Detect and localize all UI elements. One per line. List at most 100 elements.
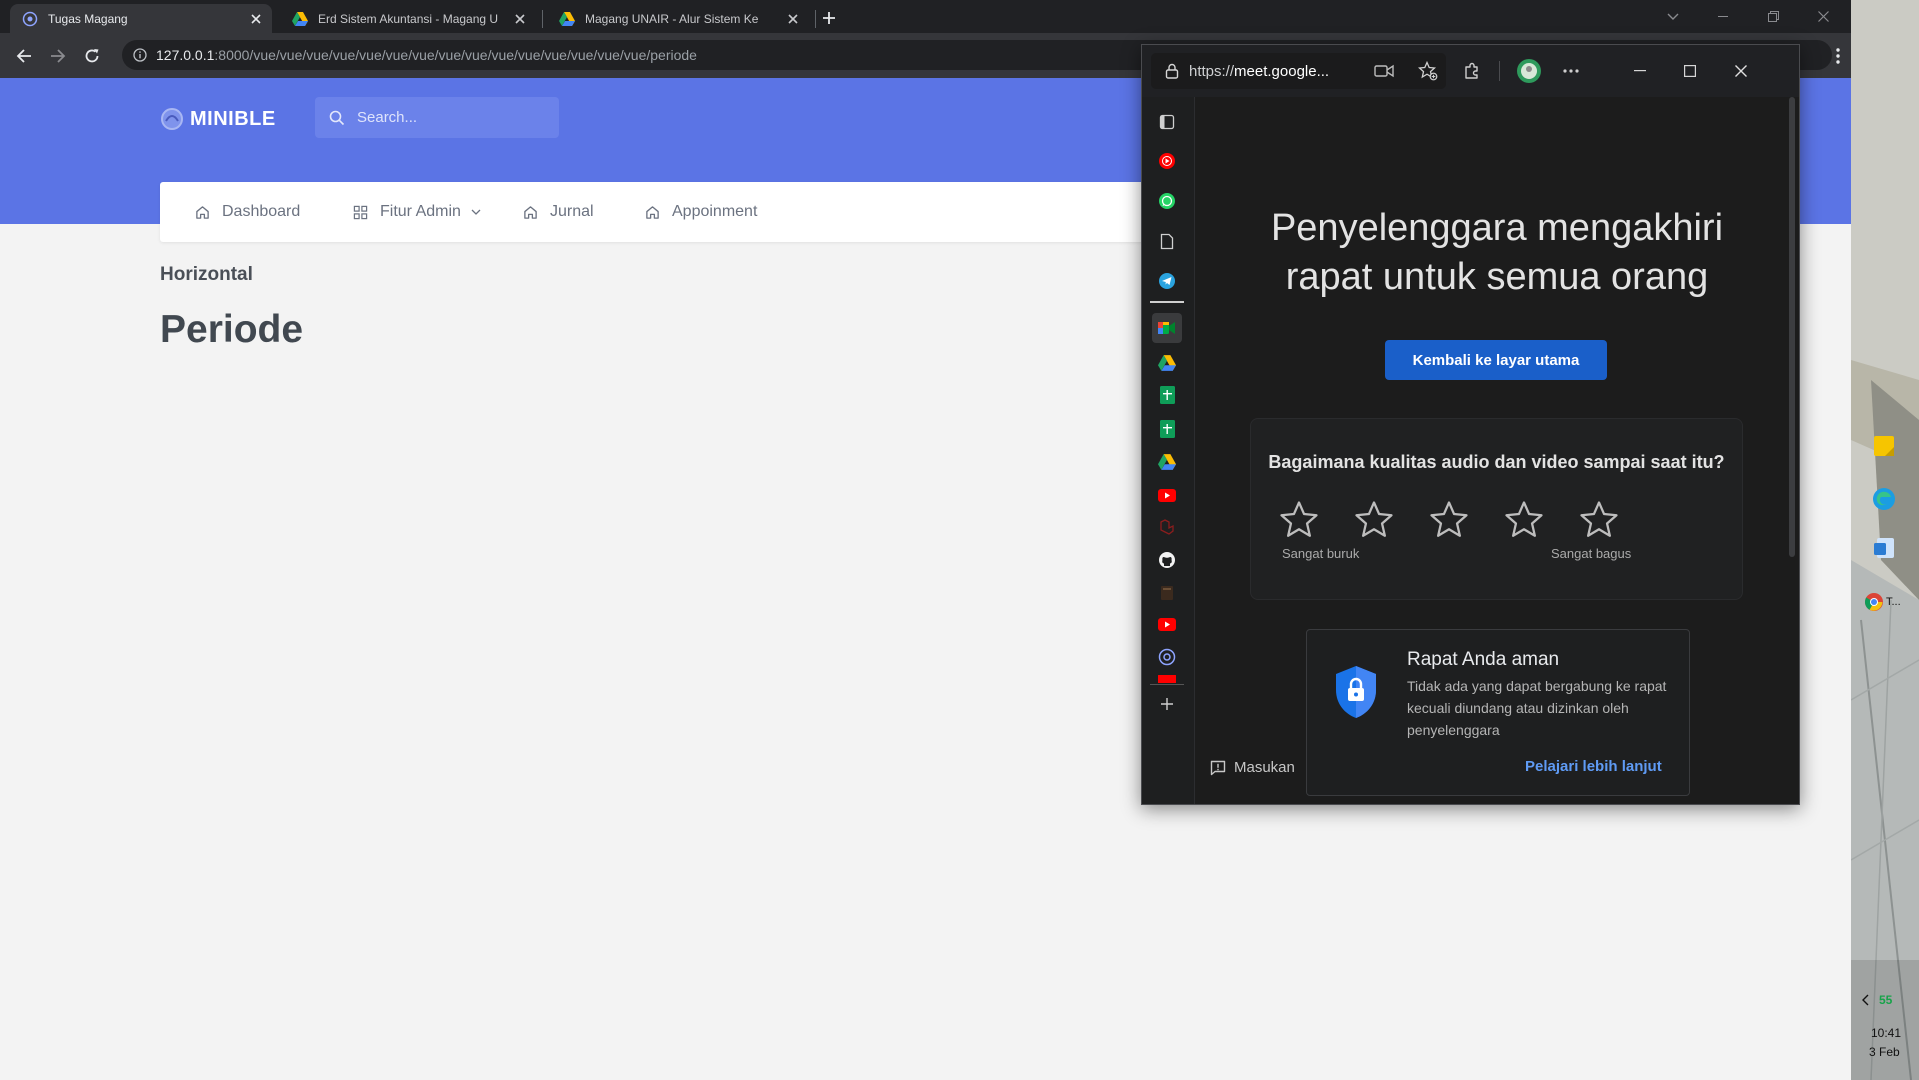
github-icon[interactable] [1156,549,1178,571]
google-drive-icon[interactable] [1156,352,1178,374]
search-icon [329,110,345,125]
tab-title: Magang UNAIR - Alur Sistem Ke [585,11,759,26]
star-rating-3[interactable] [1428,499,1470,541]
laravel-icon[interactable] [1156,516,1178,538]
close-icon [1817,11,1829,22]
brand-logo[interactable]: MINIBLE [160,107,276,131]
popup-minimize-button[interactable] [1622,53,1658,89]
nav-label: Fitur Admin [380,203,461,220]
feedback-label: Masukan [1234,759,1295,776]
document-icon[interactable] [1156,230,1178,252]
whatsapp-icon[interactable] [1156,190,1178,212]
nav-dashboard[interactable]: Dashboard [195,182,300,242]
secure-description: Tidak ada yang dapat bergabung ke rapat … [1407,678,1667,738]
puzzle-icon [1465,62,1478,79]
star-icon [1430,501,1468,537]
forward-button[interactable] [42,33,74,78]
telegram-icon[interactable] [1156,270,1178,292]
close-icon[interactable] [248,11,264,27]
more-vertical-icon [1836,47,1840,64]
edge-browser-icon[interactable] [1871,486,1897,512]
return-home-button[interactable]: Kembali ke layar utama [1385,340,1607,380]
nav-jurnal[interactable]: Jurnal [523,182,594,242]
sticky-notes-icon[interactable] [1871,433,1897,459]
tab-title: Erd Sistem Akuntansi - Magang U [318,11,499,26]
google-drive-icon[interactable] [1156,451,1178,473]
feedback-button[interactable]: Masukan [1210,759,1295,776]
nav-label: Dashboard [222,203,301,220]
camera-button[interactable] [1366,53,1402,89]
chevron-down-icon [1667,13,1679,20]
camera-icon [1374,64,1394,78]
rating-question: Bagaimana kualitas audio dan video sampa… [1268,452,1725,472]
plus-icon [823,12,835,24]
youtube-music-icon[interactable] [1156,150,1178,172]
youtube-icon[interactable] [1156,484,1178,506]
clock-date[interactable]: 3 Feb [1869,1045,1900,1059]
tray-expand-icon[interactable] [1862,994,1870,1006]
close-icon[interactable] [512,11,528,27]
info-icon [133,48,147,62]
home-icon [646,205,659,219]
brand-name: MINIBLE [190,107,276,130]
star-rating-5[interactable] [1578,499,1620,541]
clock-time[interactable]: 10:41 [1871,1026,1901,1040]
tab-actions-icon[interactable] [1156,111,1178,133]
minimize-icon [1634,70,1646,72]
close-window-button[interactable] [1800,0,1846,33]
learn-more-link[interactable]: Pelajari lebih lanjut [1525,758,1662,775]
tab-magang-unair[interactable]: Magang UNAIR - Alur Sistem Ke [547,4,809,33]
avatar-icon [1517,59,1541,83]
home-icon [196,205,209,219]
meet-end-screen: Penyelenggara mengakhiri rapat untuk sem… [1195,97,1799,804]
youtube-icon[interactable] [1156,613,1178,635]
browser-tab-strip: Tugas Magang Erd Sistem Akuntansi - Maga… [0,0,1851,33]
add-app-button[interactable] [1156,693,1178,715]
new-tab-button[interactable] [816,5,842,31]
meeting-ended-heading: Penyelenggara mengakhiri rapat untuk sem… [1270,207,1724,298]
arrow-right-icon [51,48,66,63]
google-meet-icon[interactable] [1152,313,1182,343]
star-rating-1[interactable] [1278,499,1320,541]
star-rating-4[interactable] [1503,499,1545,541]
google-sheets-icon[interactable] [1156,384,1178,406]
tab-erd-sistem[interactable]: Erd Sistem Akuntansi - Magang U [280,4,536,33]
youtube-icon[interactable] [1156,675,1178,683]
star-icon [1280,501,1318,537]
favorite-button[interactable] [1410,53,1446,89]
profile-avatar[interactable] [1511,53,1547,89]
star-icon [1505,501,1543,537]
chrome-taskbar-item[interactable]: T... [1864,592,1901,612]
restore-button[interactable] [1750,0,1796,33]
more-button[interactable] [1553,53,1589,89]
search-placeholder: Search... [357,109,418,126]
close-icon[interactable] [785,11,801,27]
grid-icon [353,205,368,219]
taskbar-label: T... [1886,596,1901,608]
google-sheets-icon[interactable] [1156,418,1178,440]
star-add-icon [1418,61,1438,81]
secure-title: Rapat Anda aman [1407,649,1560,670]
lock-icon [1165,63,1179,79]
rating-card: Bagaimana kualitas audio dan video sampa… [1250,418,1743,600]
popup-maximize-button[interactable] [1672,53,1708,89]
back-button[interactable] [8,33,40,78]
tab-tugas-magang[interactable]: Tugas Magang [10,4,272,33]
word-app-icon[interactable] [1871,535,1897,561]
scrollbar[interactable] [1789,97,1795,557]
app-gear-icon[interactable] [1156,646,1178,668]
tab-title: Tugas Magang [48,11,128,26]
nav-appoinment[interactable]: Appoinment [645,182,757,242]
extensions-button[interactable] [1454,53,1490,89]
app-icon[interactable] [1156,582,1178,604]
search-input[interactable]: Search... [315,97,559,138]
tab-search-button[interactable] [1650,0,1696,33]
popup-close-button[interactable] [1723,53,1759,89]
reload-button[interactable] [76,33,108,78]
url-text[interactable]: 127.0.0.1:8000/vue/vue/vue/vue/vue/vue/v… [156,47,697,63]
meeting-secure-card: Rapat Anda aman Tidak ada yang dapat ber… [1306,629,1690,796]
nav-fitur-admin[interactable]: Fitur Admin [353,182,481,242]
star-rating-2[interactable] [1353,499,1395,541]
menu-button[interactable] [1822,33,1854,78]
minimize-button[interactable] [1700,0,1746,33]
